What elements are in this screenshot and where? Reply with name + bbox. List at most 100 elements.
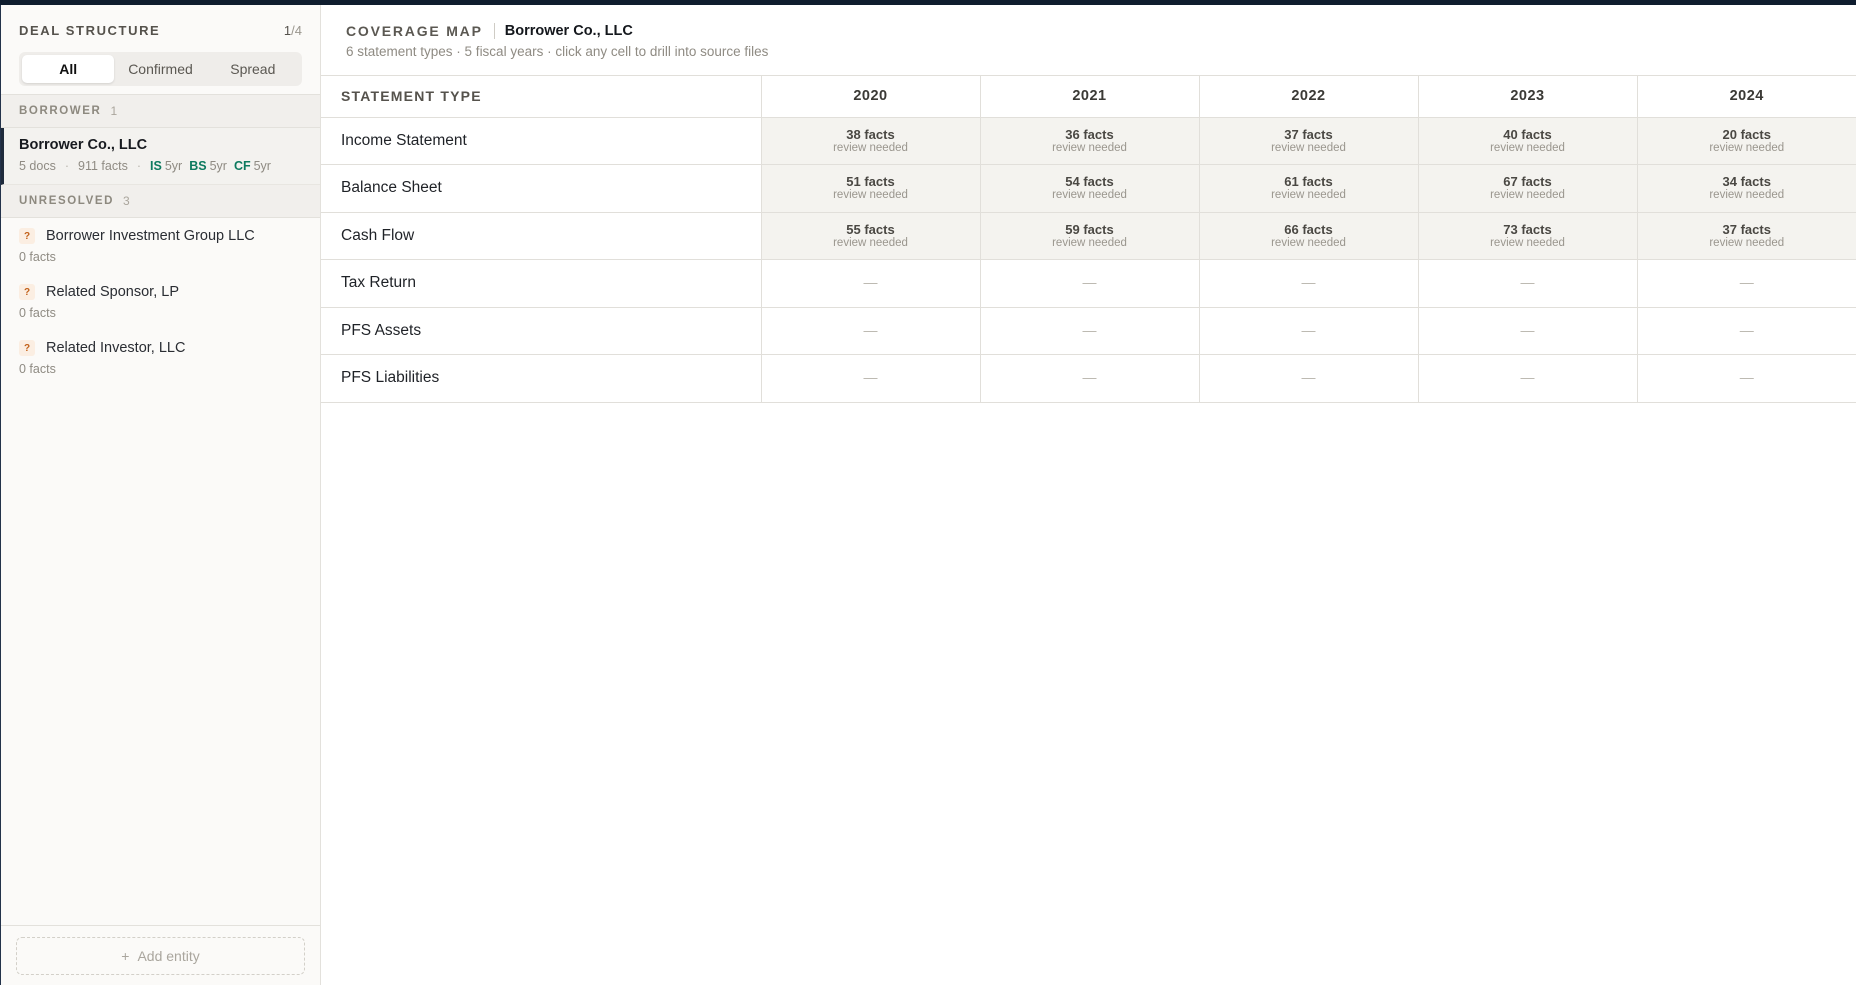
cell-facts: 37 facts (1284, 126, 1333, 142)
table-row: Balance Sheet 51 facts review needed 54 f… (321, 164, 1856, 213)
row-label-balance-sheet: Balance Sheet (321, 164, 762, 213)
cell-status: review needed (1271, 236, 1346, 249)
empty-dash: — (1520, 274, 1535, 291)
cell-status: review needed (1271, 141, 1346, 154)
table-row: PFS Liabilities — — — — — (321, 354, 1856, 403)
row-label-pfs-liabilities: PFS Liabilities (321, 354, 762, 403)
cell-facts: 51 facts (846, 174, 895, 190)
entity-item-unresolved[interactable]: ? Related Investor, LLC 0 facts (1, 330, 320, 386)
row-label-cash-flow: Cash Flow (321, 212, 762, 260)
entity-item-unresolved[interactable]: ? Related Sponsor, LP 0 facts (1, 274, 320, 330)
filter-spread[interactable]: Spread (207, 55, 299, 83)
table-row: Income Statement 38 facts review needed 3… (321, 117, 1856, 165)
cell-status: review needed (1709, 141, 1785, 154)
cell-status: review needed (1490, 236, 1565, 249)
filter-all[interactable]: All (22, 55, 115, 83)
empty-dash: — (1082, 321, 1097, 338)
coverage-cell[interactable]: 59 facts review needed (980, 212, 1200, 260)
empty-dash: — (1301, 321, 1316, 338)
coverage-cell[interactable]: 36 facts review needed (980, 117, 1200, 165)
filter-confirmed[interactable]: Confirmed (114, 55, 206, 83)
empty-dash: — (1520, 321, 1535, 338)
entity-item-borrower-co[interactable]: Borrower Co., LLC 5 docs · 911 facts · I… (1, 128, 320, 185)
table-row: Cash Flow 55 facts review needed 59 facts… (321, 212, 1856, 260)
entity-docs: 5 docs (19, 159, 56, 173)
coverage-map-subtitle: 6 statement types · 5 fiscal years · cli… (346, 44, 769, 59)
empty-dash: — (1739, 369, 1754, 386)
entity-name: Borrower Co., LLC (19, 137, 148, 153)
coverage-cell-empty[interactable]: — (1637, 307, 1856, 355)
coverage-cell-empty[interactable]: — (1418, 307, 1638, 355)
coverage-cell-empty[interactable]: — (761, 354, 981, 403)
cell-status: review needed (1709, 189, 1785, 202)
cell-facts: 66 facts (1284, 221, 1333, 237)
row-label-pfs-assets: PFS Assets (321, 307, 762, 355)
cell-facts: 36 facts (1065, 126, 1114, 142)
cell-status: review needed (1709, 236, 1785, 249)
coverage-cell[interactable]: 51 facts review needed (761, 164, 981, 213)
coverage-cell-empty[interactable]: — (761, 259, 981, 308)
add-entity-label: Add entity (137, 948, 200, 964)
cell-facts: 20 facts (1722, 126, 1771, 142)
coverage-map-header: COVERAGE MAP Borrower Co., LLC 6 stateme… (321, 5, 1856, 76)
coverage-cell-empty[interactable]: — (1418, 354, 1638, 403)
coverage-cell[interactable]: 38 facts review needed (761, 117, 981, 165)
cell-facts: 34 facts (1722, 174, 1771, 190)
deal-structure-sidebar: DEAL STRUCTURE 1/4 All Confirmed Spread … (1, 5, 321, 985)
separator-dot: · (64, 159, 70, 173)
section-borrower-label: BORROWER (19, 105, 102, 117)
section-unresolved-label: UNRESOLVED (19, 195, 115, 207)
column-header-year: 2022 (1199, 76, 1419, 118)
row-label-tax-return: Tax Return (321, 259, 762, 308)
badge-cf-key: CF (233, 159, 251, 173)
coverage-cell-empty[interactable]: — (1418, 259, 1638, 308)
column-header-statement-type: STATEMENT TYPE (321, 76, 762, 118)
badge-cf-value: 5yr (253, 159, 271, 173)
coverage-cell[interactable]: 20 facts review needed (1637, 117, 1856, 165)
coverage-cell-empty[interactable]: — (980, 354, 1200, 403)
coverage-map-entity: Borrower Co., LLC (504, 23, 633, 39)
section-borrower: BORROWER 1 (1, 95, 320, 128)
empty-dash: — (1301, 274, 1316, 291)
unresolved-entity-name: Related Investor, LLC (46, 340, 186, 356)
coverage-cell-empty[interactable]: — (761, 307, 981, 355)
coverage-cell[interactable]: 40 facts review needed (1418, 117, 1638, 165)
sidebar-title: DEAL STRUCTURE (19, 22, 161, 38)
coverage-cell[interactable]: 55 facts review needed (761, 212, 981, 260)
cell-facts: 54 facts (1065, 174, 1114, 190)
badge-is-value: 5yr (164, 159, 183, 173)
coverage-cell[interactable]: 67 facts review needed (1418, 164, 1638, 213)
section-borrower-count: 1 (110, 104, 118, 118)
entity-counter-total: /4 (291, 22, 302, 38)
coverage-cell[interactable]: 66 facts review needed (1199, 212, 1419, 260)
cell-status: review needed (833, 189, 908, 202)
coverage-cell-empty[interactable]: — (1199, 259, 1419, 308)
coverage-cell-empty[interactable]: — (980, 259, 1200, 308)
coverage-cell[interactable]: 37 facts review needed (1637, 212, 1856, 260)
cell-facts: 73 facts (1503, 221, 1552, 237)
coverage-cell-empty[interactable]: — (980, 307, 1200, 355)
question-icon: ? (19, 284, 35, 300)
empty-dash: — (1082, 369, 1097, 386)
question-icon: ? (19, 340, 35, 356)
cell-facts: 59 facts (1065, 221, 1114, 237)
cell-facts: 67 facts (1503, 174, 1552, 190)
empty-dash: — (863, 274, 878, 291)
coverage-cell-empty[interactable]: — (1199, 354, 1419, 403)
add-entity-button[interactable]: + Add entity (16, 937, 305, 975)
cell-facts: 38 facts (846, 126, 895, 142)
app-window: DEAL STRUCTURE 1/4 All Confirmed Spread … (0, 5, 1856, 985)
unresolved-entity-name: Related Sponsor, LP (46, 284, 180, 300)
coverage-cell[interactable]: 37 facts review needed (1199, 117, 1419, 165)
coverage-cell-empty[interactable]: — (1637, 354, 1856, 403)
empty-dash: — (1739, 274, 1754, 291)
coverage-cell[interactable]: 34 facts review needed (1637, 164, 1856, 213)
coverage-cell-empty[interactable]: — (1637, 259, 1856, 308)
row-label-income-statement: Income Statement (321, 117, 762, 165)
coverage-cell[interactable]: 54 facts review needed (980, 164, 1200, 213)
cell-status: review needed (833, 141, 908, 154)
entity-item-unresolved[interactable]: ? Borrower Investment Group LLC 0 facts (1, 218, 320, 274)
coverage-cell[interactable]: 61 facts review needed (1199, 164, 1419, 213)
coverage-cell[interactable]: 73 facts review needed (1418, 212, 1638, 260)
coverage-cell-empty[interactable]: — (1199, 307, 1419, 355)
